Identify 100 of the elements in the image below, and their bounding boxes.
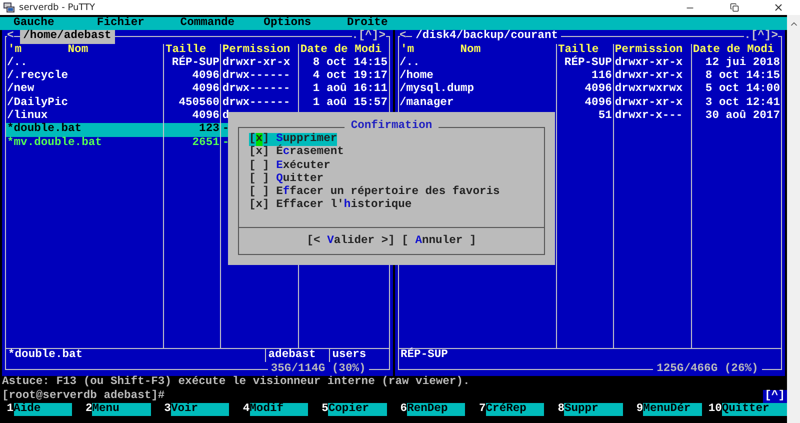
dialog-button[interactable]: [< Valider >] [306, 234, 395, 248]
disk-usage: 35G/114G (30%) [268, 363, 370, 376]
file-name[interactable]: /DailyPic [7, 96, 68, 110]
function-key[interactable]: CréRep [486, 402, 544, 416]
function-key-number: 1 [6, 402, 14, 416]
file-size: RÉP-SUP [172, 56, 220, 70]
file-permission: drwxr-x--- [614, 110, 683, 124]
panel-nav-left[interactable]: < [400, 30, 406, 44]
file-date: 12 jui 2018 [705, 56, 780, 70]
option-label[interactable]: Effacer un répertoire des favoris [276, 186, 500, 200]
prompt-indicator: [^] [762, 390, 787, 403]
panel-nav-right[interactable]: .[^]> [744, 30, 778, 44]
scrollbar[interactable] [787, 15, 800, 423]
column-header[interactable]: Nom [460, 44, 508, 57]
panel-path: /home/adebast [20, 30, 115, 44]
function-key[interactable]: Quitter [722, 402, 788, 416]
file-size: 4096 [192, 83, 220, 97]
function-key-number: 5 [320, 402, 328, 416]
checkbox[interactable]: [ ] [249, 160, 270, 173]
panel-nav-left[interactable]: < [7, 30, 14, 44]
hint-text: Astuce: F13 (ou Shift-F3) exécute le visionneur interne (raw viewer). [2, 376, 470, 390]
file-name[interactable]: /manager [400, 96, 454, 110]
file-date: 8 oct 14:15 [705, 70, 780, 84]
function-key[interactable]: Modif [250, 402, 308, 416]
function-key[interactable]: Copier [328, 402, 387, 416]
option-label[interactable]: Exécuter [276, 160, 330, 173]
checkbox[interactable]: [x] [249, 199, 270, 213]
function-key-number: 6 [399, 402, 408, 416]
menu-item[interactable]: Options [264, 17, 348, 30]
file-name[interactable]: /new [7, 83, 34, 97]
file-size: 51 [598, 110, 612, 124]
file-size: 4096 [584, 96, 612, 110]
file-date: 4 oct 19:17 [312, 70, 388, 83]
file-size: 450560 [178, 96, 220, 110]
option-label[interactable]: Écrasement [276, 146, 344, 160]
file-date: 8 oct 14:15 [312, 56, 388, 70]
function-key-number: 4 [242, 402, 250, 416]
file-permission: drwxr-xr-x [614, 96, 683, 110]
file-date: 1 aoû 15:57 [312, 96, 388, 110]
file-name[interactable]: /mysql.dump [400, 83, 474, 97]
file-name[interactable]: /.recycle [7, 70, 68, 84]
function-key[interactable]: Suppr [564, 402, 623, 416]
file-size: 4096 [192, 110, 220, 124]
file-permission: drwx------ [222, 83, 290, 96]
file-name[interactable]: /.. [7, 56, 28, 70]
file-permission: drwxr-xr-x [614, 56, 683, 70]
status-text: adebast [265, 348, 330, 362]
menu-item[interactable]: Fichier [96, 17, 180, 30]
file-date: 1 aoû 16:11 [312, 83, 388, 97]
column-header[interactable]: Permission [612, 44, 691, 57]
function-key[interactable]: Menu [92, 402, 151, 416]
status-text: users [329, 348, 386, 362]
file-permission: - [222, 123, 230, 137]
function-key-number: 10 [708, 402, 722, 416]
option-label[interactable]: Effacer l'historique [276, 199, 412, 213]
function-key-number: 9 [635, 402, 644, 416]
file-name[interactable]: /.. [400, 56, 420, 70]
function-key[interactable]: Voir [170, 402, 230, 416]
function-key[interactable]: RenDep [407, 402, 466, 416]
file-date: 30 aoû 2017 [705, 110, 780, 124]
file-permission: drwx------ [222, 96, 290, 110]
shell-prompt[interactable]: [root@serverdb adebast]# [2, 390, 165, 403]
column-header[interactable]: Date de Modi [298, 44, 388, 57]
file-permission: drwxrwxrwx [614, 83, 683, 96]
column-header[interactable]: Nom [68, 44, 116, 57]
menu-item[interactable]: Droite [347, 17, 430, 30]
menu-item[interactable]: Commande [180, 17, 264, 30]
file-date: 3 oct 12:41 [705, 96, 780, 110]
option-label[interactable]: Quitter [276, 172, 324, 186]
sort-mark[interactable]: 'm [8, 44, 22, 57]
menu-item[interactable]: Gauche [14, 17, 97, 30]
file-date: 5 oct 14:00 [705, 83, 780, 97]
disk-usage: 125G/466G (26%) [653, 363, 762, 376]
function-key[interactable]: MenuDér [643, 402, 702, 416]
file-name[interactable]: /linux [7, 110, 48, 124]
file-size: 4096 [584, 83, 612, 97]
file-permission: drwx------ [222, 70, 290, 82]
sort-mark[interactable]: 'm [400, 44, 414, 57]
file-size: 116 [592, 70, 612, 84]
window-title: serverdb - PuTTY [19, 2, 96, 12]
file-name[interactable]: /home [400, 70, 434, 84]
function-key-number: 3 [163, 402, 171, 416]
panel-nav-right[interactable]: .[^]> [352, 30, 386, 44]
status-text: RÉP-SUP [400, 348, 449, 362]
file-name[interactable]: *mv.double.bat [7, 136, 102, 150]
column-header[interactable]: Taille [163, 44, 220, 57]
file-permission: drwxr-xr-x [614, 70, 683, 82]
function-key[interactable]: Aide [14, 402, 72, 416]
file-permission: - [222, 136, 230, 150]
checkbox[interactable]: [ ] [249, 172, 270, 186]
status-text: *double.bat [8, 348, 84, 362]
column-header[interactable]: Permission [220, 44, 298, 57]
checkbox[interactable]: [ ] [249, 186, 270, 200]
checkbox[interactable]: [x] [249, 146, 270, 160]
column-header[interactable]: Taille [556, 44, 613, 57]
function-key-number: 7 [478, 402, 486, 416]
file-size: 123 [199, 123, 220, 137]
file-name[interactable]: *double.bat [7, 123, 82, 137]
column-header[interactable]: Date de Modi [690, 44, 781, 57]
dialog-button[interactable]: [ Annuler ] [402, 234, 476, 248]
